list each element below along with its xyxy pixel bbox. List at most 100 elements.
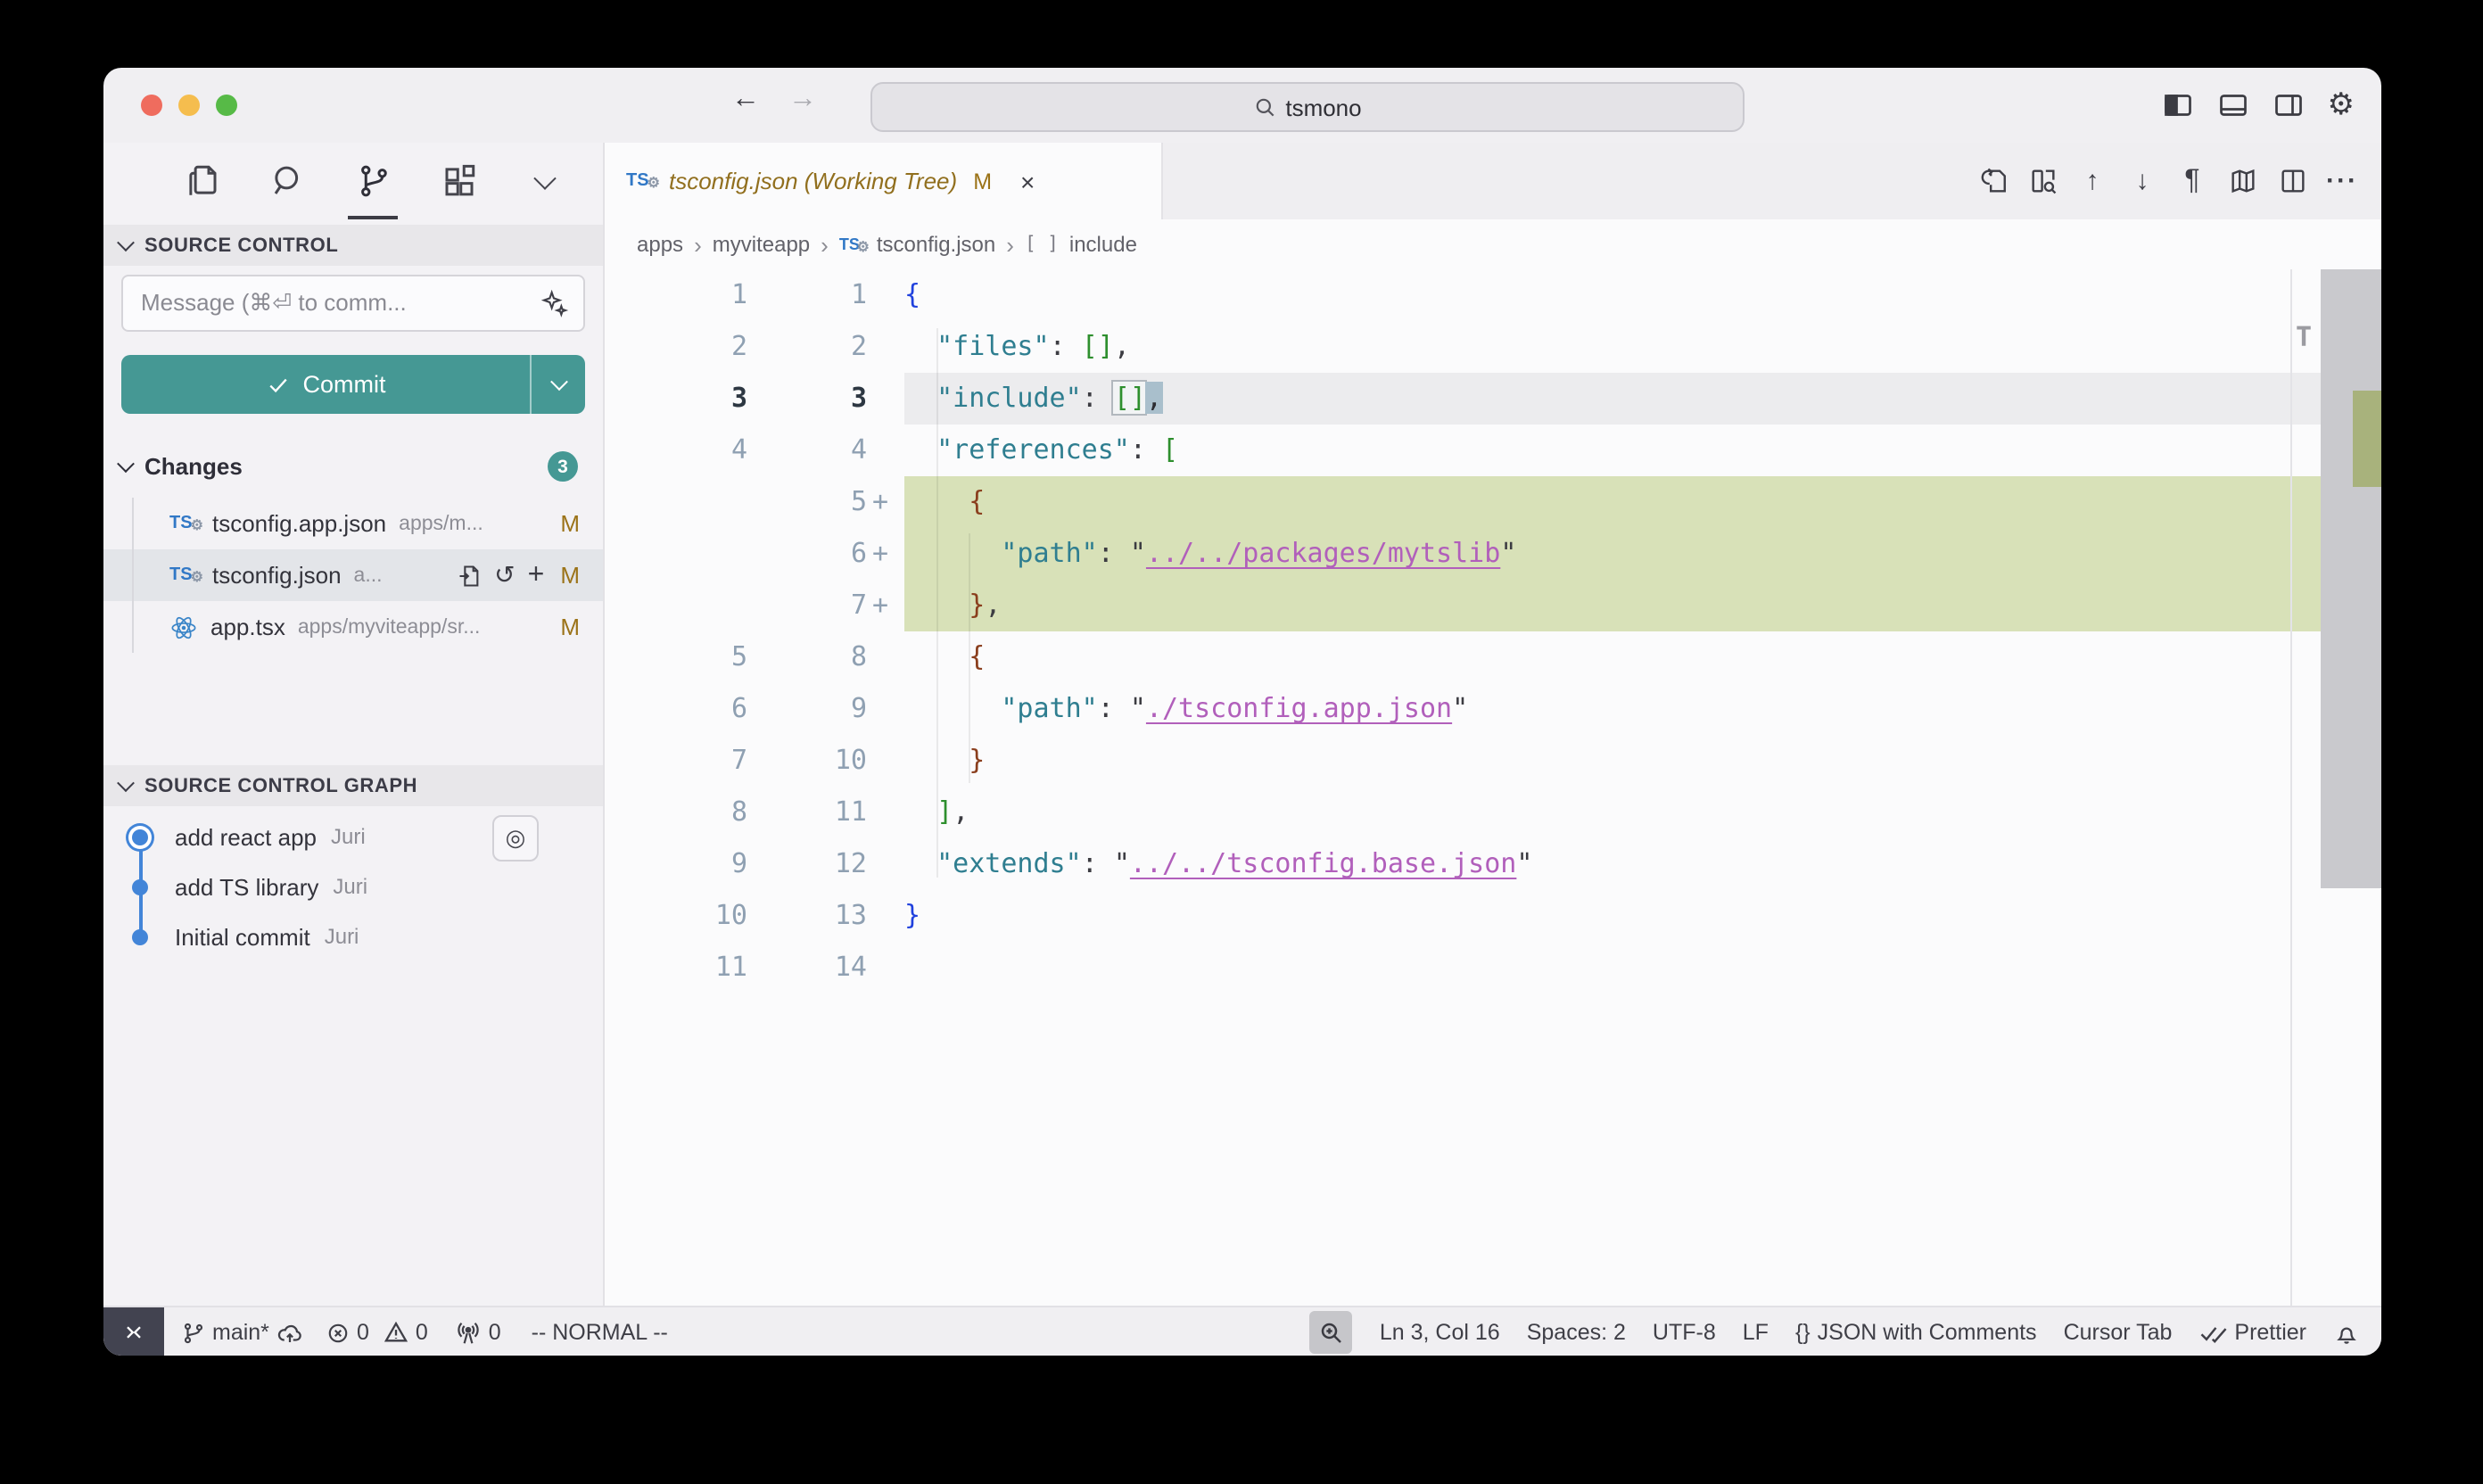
selected-brackets: [] [1114,382,1146,414]
old-line-number: 8 [605,787,747,838]
added-line-plus [867,373,904,425]
new-line-number: 9 [747,683,867,735]
chevron-down-icon [117,455,135,473]
new-line-number: 13 [747,890,867,942]
tab-bar: TS⚙ tsconfig.json (Working Tree) M × ↑ ↓… [605,143,2381,219]
code-token [904,382,936,414]
back-icon[interactable]: ← [731,84,760,116]
commit-message-placeholder: Message (⌘⏎ to comm... [141,289,540,317]
minimize-window-button[interactable] [178,95,200,116]
file-path: apps/myviteapp/sr... [298,616,548,638]
added-line-plus [867,683,904,735]
code-line: 69 "path": "./tsconfig.app.json" [605,683,2381,735]
close-window-button[interactable] [141,95,162,116]
diff-editor[interactable]: 11{22 "files": [],33 "include": [],44 "r… [605,269,2381,1306]
old-line-number [605,476,747,528]
code-token [904,433,936,466]
commit-button[interactable]: Commit [121,355,585,414]
minimap-preview: T [2296,325,2312,351]
check-icon [266,372,291,397]
indent-guide [936,328,938,878]
additional-views-icon[interactable] [524,143,564,219]
previous-change-icon[interactable]: ↑ [2076,165,2108,197]
changed-file-row[interactable]: TS⚙tsconfig.app.jsonapps/m...M [103,498,603,549]
open-file-icon[interactable] [457,563,482,588]
commit-message-input[interactable]: Message (⌘⏎ to comm... [121,275,585,332]
remote-indicator[interactable] [103,1307,164,1356]
typescript-icon: TS⚙ [169,562,200,589]
added-line-plus [867,942,904,993]
code-content: }, [904,580,2321,631]
language-mode-item[interactable]: {} JSON with Comments [1795,1320,2037,1345]
formatter-item[interactable]: Prettier [2198,1320,2306,1345]
problems-status-item[interactable]: 0 0 [326,1320,428,1345]
indent-guide [969,533,970,783]
discard-icon[interactable]: ↺ [494,560,515,590]
editor-actions: ↑ ↓ ¶ ··· [1976,143,2381,219]
code-line: 5+ { [605,476,2381,528]
new-line-number: 14 [747,942,867,993]
json-key: "include" [936,382,1082,414]
commit-dropdown-button[interactable] [530,355,585,414]
forward-icon[interactable]: → [788,84,817,116]
command-center-search[interactable]: tsmono [870,82,1745,132]
new-line-number: 12 [747,838,867,890]
changes-header[interactable]: Changes 3 [103,444,603,489]
split-editor-icon[interactable] [2276,165,2308,197]
changed-file-row[interactable]: TS⚙tsconfig.jsona...↺+M [103,549,603,601]
search-view-icon[interactable] [268,143,307,219]
cloud-upload-icon [276,1319,303,1346]
notifications-bell-icon[interactable] [2333,1319,2360,1346]
more-actions-icon[interactable]: ··· [2326,165,2358,197]
old-line-number: 10 [605,890,747,942]
gear-icon[interactable]: ⚙ [2328,87,2355,123]
sparkle-icon[interactable] [540,289,569,317]
breadcrumb-item[interactable]: include [1069,232,1137,257]
close-icon[interactable]: × [1020,167,1035,195]
encoding-item[interactable]: UTF-8 [1653,1320,1716,1345]
old-line-number: 3 [605,373,747,425]
commit-message: add TS library [175,873,318,900]
branch-status-item[interactable]: main* [182,1319,303,1346]
branch-icon [182,1321,205,1344]
breadcrumb-item[interactable]: tsconfig.json [877,232,995,257]
toggle-panel-icon[interactable] [2217,89,2249,121]
stage-icon[interactable]: + [528,563,545,588]
source-control-graph-header[interactable]: SOURCE CONTROL GRAPH [103,765,603,806]
changes-label: Changes [144,453,243,480]
tab-tsconfig-working-tree[interactable]: TS⚙ tsconfig.json (Working Tree) M × [605,143,1163,219]
paragraph-icon[interactable]: ¶ [2176,165,2208,197]
cursor-tab-item[interactable]: Cursor Tab [2064,1320,2173,1345]
explorer-icon[interactable] [182,143,221,219]
map-icon[interactable] [2226,165,2258,197]
inline-view-icon[interactable] [2026,165,2058,197]
eol-item[interactable]: LF [1743,1320,1769,1345]
open-changes-icon[interactable] [1976,165,2009,197]
commit-row[interactable]: add TS library Juri [103,862,603,911]
toggle-sidebar-icon[interactable] [2162,89,2194,121]
changed-file-row[interactable]: app.tsxapps/myviteapp/sr...M [103,601,603,653]
commit-author: Juri [333,874,367,899]
editor-scrollbar[interactable] [2321,269,2381,888]
cursor-position-item[interactable]: Ln 3, Col 16 [1380,1320,1500,1345]
added-line-plus [867,735,904,787]
breadcrumb-item[interactable]: apps [637,232,683,257]
commit-row[interactable]: add react appJuri◎ [103,812,603,862]
extensions-icon[interactable] [439,143,478,219]
next-change-icon[interactable]: ↓ [2126,165,2158,197]
commit-row[interactable]: Initial commitJuri [103,911,603,961]
maximize-window-button[interactable] [216,95,237,116]
indentation-item[interactable]: Spaces: 2 [1527,1320,1626,1345]
zoom-status-item[interactable] [1310,1311,1353,1354]
ports-status-item[interactable]: 0 [455,1319,501,1346]
code-token: { [969,640,985,672]
new-line-number: 4 [747,425,867,476]
source-control-section-header[interactable]: SOURCE CONTROL [103,225,603,266]
vim-mode-indicator[interactable]: -- NORMAL -- [532,1320,668,1345]
checkout-target-icon[interactable]: ◎ [492,815,539,862]
breadcrumb-item[interactable]: myviteapp [713,232,810,257]
source-control-view-icon[interactable] [353,143,392,219]
search-icon [1253,95,1276,119]
toggle-secondary-sidebar-icon[interactable] [2273,89,2305,121]
chevron-down-icon [117,234,135,251]
